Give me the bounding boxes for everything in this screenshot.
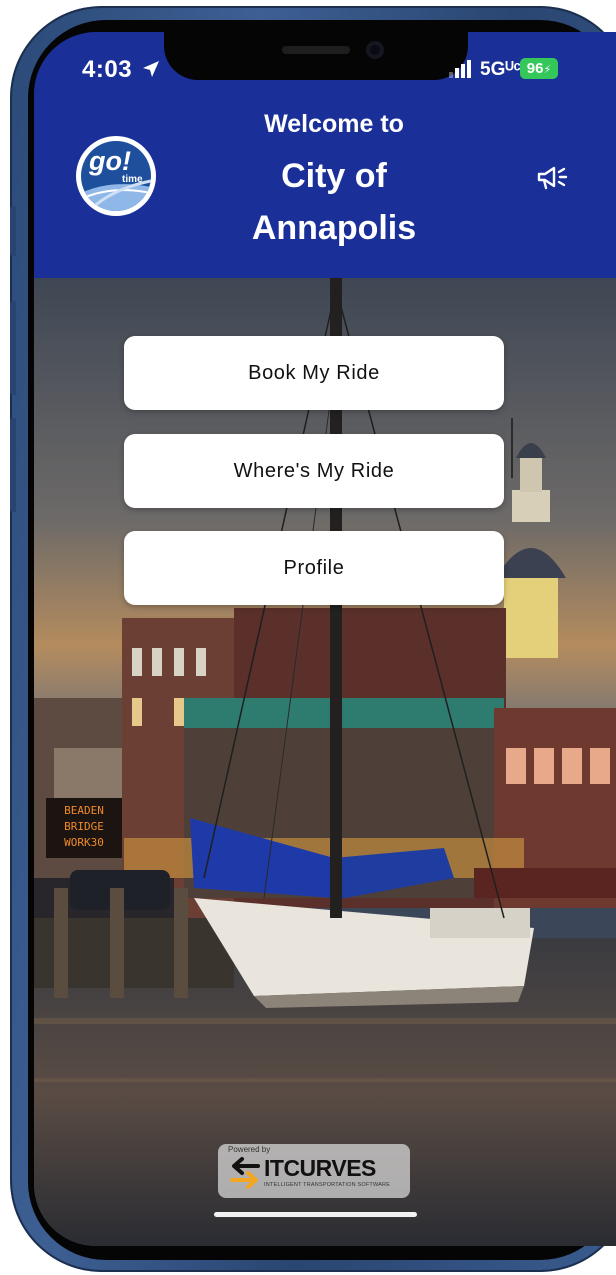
wheres-my-ride-button[interactable]: Where's My Ride	[124, 434, 504, 508]
location-arrow-icon	[143, 61, 159, 77]
silent-switch	[10, 206, 16, 256]
harbor-scene-illustration: BEADEN BRIDGE WORK30	[34, 278, 616, 1246]
profile-button[interactable]: Profile	[124, 531, 504, 605]
battery-level: 96	[526, 60, 544, 77]
book-my-ride-button[interactable]: Book My Ride	[124, 336, 504, 410]
volume-down-button	[10, 418, 16, 512]
sign-line-2: BRIDGE	[64, 820, 104, 833]
sign-line-1: BEADEN	[64, 804, 104, 817]
city-title: City of Annapolis	[34, 150, 616, 254]
volume-up-button	[10, 301, 16, 395]
signal-bars-icon	[449, 60, 471, 78]
annapolis-harbor-photo: BEADEN BRIDGE WORK30 Book My Ride Where'…	[34, 278, 616, 1246]
megaphone-icon[interactable]	[536, 164, 568, 192]
powered-by-badge: Powered by ITCURVES INTELLIGENT TRANSPOR…	[218, 1144, 410, 1198]
battery-indicator: 96⚡	[520, 58, 558, 79]
welcome-line: Welcome to	[264, 110, 404, 138]
app-screen: 4:03 5Gᵁᶜ 96⚡ go! time Welcome to City o…	[34, 32, 616, 1246]
powered-by-label: Powered by	[228, 1145, 271, 1154]
city-title-line1: City of	[281, 157, 387, 195]
itcurves-arrows-icon	[230, 1157, 260, 1189]
home-indicator[interactable]	[214, 1212, 417, 1217]
status-time: 4:03	[82, 56, 133, 83]
city-title-line2: Annapolis	[251, 209, 417, 247]
itcurves-brand: ITCURVES	[264, 1155, 376, 1181]
earpiece-speaker	[282, 46, 350, 54]
sign-line-3: WORK30	[64, 836, 104, 849]
camera-notch	[164, 32, 468, 80]
network-type: 5Gᵁᶜ	[480, 59, 521, 80]
app-header: 4:03 5Gᵁᶜ 96⚡ go! time Welcome to City o…	[34, 32, 616, 278]
front-camera	[366, 41, 384, 59]
status-bar: 4:03 5Gᵁᶜ 96⚡	[34, 32, 616, 102]
itcurves-tagline: INTELLIGENT TRANSPORTATION SOFTWARE	[264, 1182, 391, 1188]
